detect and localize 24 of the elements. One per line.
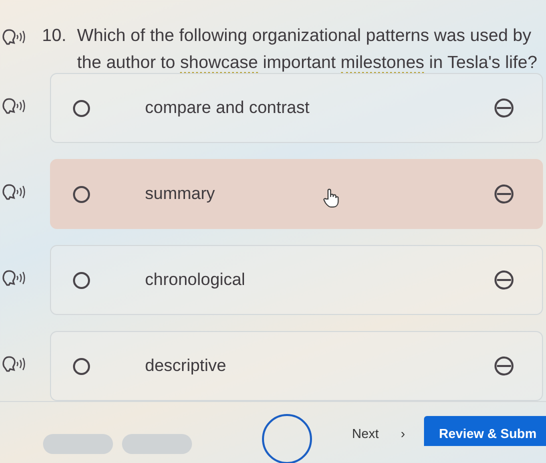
hand-cursor-icon [323,188,339,208]
eliminate-icon[interactable] [494,356,514,376]
speaker-icon[interactable] [2,354,26,372]
question-number: 10. [42,24,68,47]
radio-button[interactable] [73,272,90,288]
eliminate-icon[interactable] [494,184,514,204]
radio-button[interactable] [73,100,90,116]
next-link[interactable]: Next [352,426,379,441]
answer-option[interactable]: compare and contrast [50,73,543,143]
eliminate-icon[interactable] [494,98,514,118]
speaker-icon[interactable] [2,28,26,46]
speaker-icon[interactable] [2,268,26,286]
speaker-icon[interactable] [2,96,26,114]
question-text: Which of the following organizational patterns was used by the author to showcase important milestones in Tesla's life? [77,24,538,76]
answer-option[interactable]: chronological [50,245,543,315]
eliminate-icon[interactable] [494,270,514,290]
speaker-icon[interactable] [2,182,26,200]
review-submit-button[interactable]: Review & Subm [424,416,546,446]
radio-button[interactable] [73,358,90,374]
circle-icon [262,414,312,463]
answer-option[interactable]: summary [50,159,543,229]
chevron-icon[interactable]: › [400,426,406,441]
radio-button[interactable] [73,186,90,202]
answer-option[interactable]: descriptive [50,331,543,401]
